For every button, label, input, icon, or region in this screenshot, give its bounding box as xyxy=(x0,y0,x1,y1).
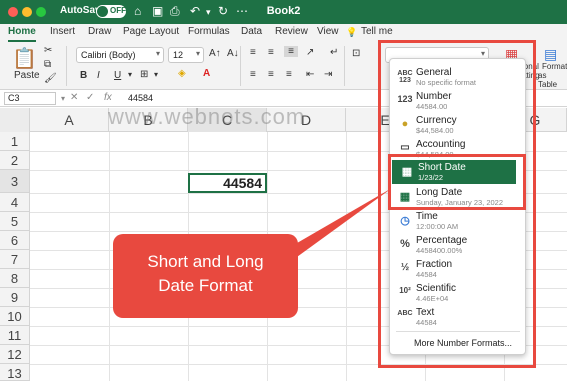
cancel-icon[interactable]: ✕ xyxy=(70,92,78,103)
tab-view[interactable]: View xyxy=(317,26,339,37)
font-size-value: 12 xyxy=(173,50,184,60)
tab-page-layout[interactable]: Page Layout xyxy=(123,26,179,37)
row-header-11[interactable]: 11 xyxy=(0,326,30,345)
decrease-font-icon[interactable]: A↓ xyxy=(227,48,239,59)
row-header-13[interactable]: 13 xyxy=(0,364,30,381)
gridline xyxy=(109,132,110,381)
format-as-table-label[interactable]: Format xyxy=(542,62,567,71)
callout-line-2: Date Format xyxy=(158,276,253,295)
merge-cells-icon[interactable]: ⊡ xyxy=(352,48,360,59)
wrap-text-icon[interactable]: ↵ xyxy=(330,47,338,58)
italic-button[interactable]: I xyxy=(97,70,100,81)
column-header-a[interactable]: A xyxy=(30,108,109,132)
row-header-2[interactable]: 2 xyxy=(0,151,30,170)
row-header-3[interactable]: 3 xyxy=(0,170,30,193)
format-painter-icon[interactable]: 🖌 xyxy=(44,73,57,84)
row-header-6[interactable]: 6 xyxy=(0,231,30,250)
name-box-dropdown-icon[interactable]: ▾ xyxy=(61,94,65,103)
clipboard-icon[interactable]: 📋 xyxy=(12,46,37,71)
highlight-box-date-formats xyxy=(388,154,526,210)
formula-value[interactable]: 44584 xyxy=(128,93,153,103)
font-name-value: Calibri (Body) xyxy=(81,50,136,60)
borders-dropdown-icon[interactable]: ▾ xyxy=(154,70,158,79)
chevron-down-icon: ▾ xyxy=(195,49,200,58)
row-header-9[interactable]: 9 xyxy=(0,288,30,307)
title-bar: AutoSave OFF ⌂ ▣ ⎙ ↶ ▾ ↻ ⋯ Book2 xyxy=(0,0,567,24)
gridline xyxy=(346,132,347,381)
row-header-12[interactable]: 12 xyxy=(0,345,30,364)
format-as-table-icon[interactable]: ▤ xyxy=(544,46,557,63)
increase-font-icon[interactable]: A↑ xyxy=(209,48,221,59)
tab-review[interactable]: Review xyxy=(275,26,308,37)
align-right-icon[interactable]: ≡ xyxy=(286,69,292,80)
fx-icon[interactable]: fx xyxy=(104,92,112,103)
callout-bubble: Short and Long Date Format xyxy=(113,234,298,318)
ribbon-separator xyxy=(344,46,345,86)
orientation-icon[interactable]: ↗ xyxy=(306,47,314,58)
row-header-7[interactable]: 7 xyxy=(0,250,30,269)
tell-me-search[interactable]: Tell me xyxy=(361,26,393,37)
align-left-icon[interactable]: ≡ xyxy=(250,69,256,80)
underline-button[interactable]: U xyxy=(114,70,121,81)
fill-color-icon[interactable]: ◈ xyxy=(178,68,186,79)
indent-decrease-icon[interactable]: ⇤ xyxy=(306,69,314,80)
row-header-5[interactable]: 5 xyxy=(0,212,30,231)
align-bottom-icon[interactable]: ≡ xyxy=(284,46,298,57)
watermark: www.webnots.com xyxy=(108,104,306,129)
select-all-corner[interactable] xyxy=(0,108,30,132)
bold-button[interactable]: B xyxy=(80,70,87,81)
align-center-icon[interactable]: ≡ xyxy=(268,69,274,80)
lightbulb-icon: 💡 xyxy=(346,27,358,37)
workbook-title: Book2 xyxy=(266,5,301,17)
row-header-8[interactable]: 8 xyxy=(0,269,30,288)
row-header-1[interactable]: 1 xyxy=(0,132,30,151)
cut-icon[interactable]: ✂ xyxy=(44,45,52,56)
indent-increase-icon[interactable]: ⇥ xyxy=(324,69,332,80)
row-header-4[interactable]: 4 xyxy=(0,193,30,212)
name-box-value: C3 xyxy=(8,93,20,103)
font-color-icon[interactable]: A xyxy=(203,68,210,79)
tab-data[interactable]: Data xyxy=(241,26,262,37)
copy-icon[interactable]: ⧉ xyxy=(44,59,51,70)
tab-home[interactable]: Home xyxy=(8,26,36,37)
underline-dropdown-icon[interactable]: ▾ xyxy=(128,70,132,79)
format-as-table-label-2[interactable]: as Table xyxy=(538,71,567,89)
row-header-10[interactable]: 10 xyxy=(0,307,30,326)
chevron-down-icon: ▾ xyxy=(155,49,160,58)
ribbon-separator xyxy=(66,46,67,86)
align-middle-icon[interactable]: ≡ xyxy=(268,47,274,58)
tab-draw[interactable]: Draw xyxy=(88,26,111,37)
font-size-select[interactable]: 12 ▾ xyxy=(168,47,204,63)
borders-icon[interactable]: ⊞ xyxy=(140,69,148,80)
align-top-icon[interactable]: ≡ xyxy=(250,47,256,58)
active-cell-c3[interactable]: 44584 xyxy=(188,173,267,193)
name-box[interactable]: C3 xyxy=(4,92,56,105)
enter-icon[interactable]: ✓ xyxy=(86,92,94,103)
tab-insert[interactable]: Insert xyxy=(50,26,75,37)
ribbon-separator xyxy=(240,46,241,86)
callout-line-1: Short and Long xyxy=(147,252,264,271)
font-name-select[interactable]: Calibri (Body) ▾ xyxy=(76,47,164,63)
tab-formulas[interactable]: Formulas xyxy=(188,26,230,37)
paste-label[interactable]: Paste xyxy=(14,70,40,81)
